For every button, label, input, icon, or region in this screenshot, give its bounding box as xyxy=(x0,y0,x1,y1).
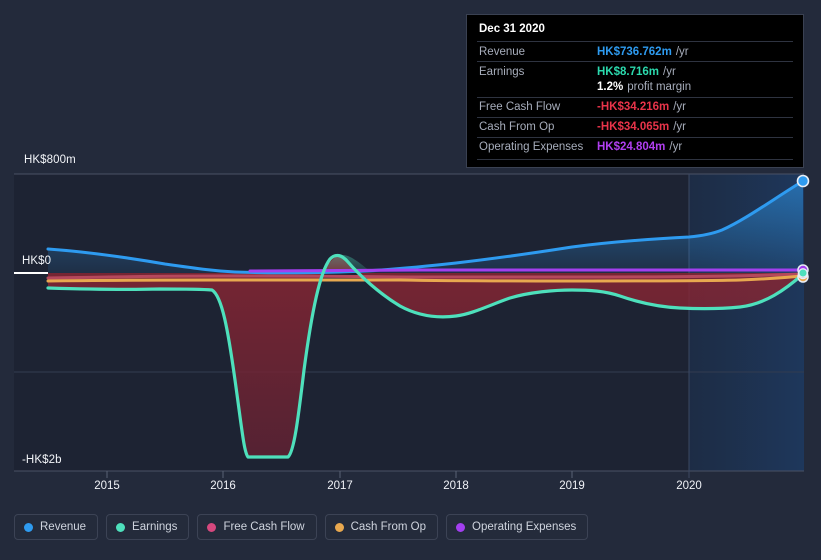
legend-label-cash-from-op: Cash From Op xyxy=(350,521,427,533)
x-axis-label-2019: 2019 xyxy=(559,480,585,492)
tooltip-row-cash-from-op: Cash From Op -HK$34.065m /yr xyxy=(477,116,793,137)
legend-label-earnings: Earnings xyxy=(132,521,178,533)
tooltip-label-revenue: Revenue xyxy=(479,45,526,58)
tooltip-label-earnings: Earnings xyxy=(479,65,525,78)
x-axis-label-2015: 2015 xyxy=(94,480,120,492)
tooltip-label-operating-expenses: Operating Expenses xyxy=(479,141,584,153)
x-axis-label-2020: 2020 xyxy=(676,480,702,492)
tooltip-row-revenue: Revenue HK$736.762m /yr xyxy=(477,41,793,61)
tooltip-unit-revenue: /yr xyxy=(675,45,689,58)
operating-expenses-line[interactable] xyxy=(248,268,804,273)
tooltip-row-free-cash-flow: Free Cash Flow -HK$34.216m /yr xyxy=(477,96,793,117)
legend-label-operating-expenses: Operating Expenses xyxy=(472,521,577,533)
legend-item-earnings[interactable]: Earnings xyxy=(106,514,190,540)
y-axis-label-bottom: -HK$2b xyxy=(22,454,62,466)
tooltip-row-profit-margin: 1.2% profit margin xyxy=(477,81,793,97)
tooltip-label-cash-from-op: Cash From Op xyxy=(479,121,555,133)
legend-item-free-cash-flow[interactable]: Free Cash Flow xyxy=(197,514,317,540)
tooltip-date: Dec 31 2020 xyxy=(479,23,545,35)
legend-dot-revenue-icon xyxy=(24,522,33,532)
tooltip-unit-operating-expenses: /yr xyxy=(669,141,683,153)
tooltip-unit-cash-from-op: /yr xyxy=(673,121,687,133)
tooltip-row-earnings: Earnings HK$8.716m /yr xyxy=(477,61,793,81)
legend-label-revenue: Revenue xyxy=(40,521,87,533)
x-axis-label-2017: 2017 xyxy=(327,480,353,492)
legend-label-free-cash-flow: Free Cash Flow xyxy=(223,521,305,533)
tooltip-value-revenue: HK$736.762m xyxy=(597,45,672,58)
tooltip-value-operating-expenses: HK$24.804m xyxy=(597,141,666,153)
legend-item-revenue[interactable]: Revenue xyxy=(14,514,99,540)
earnings-endpoint-marker[interactable] xyxy=(798,268,808,278)
tooltip-value-free-cash-flow: -HK$34.216m xyxy=(597,101,670,113)
revenue-endpoint-marker[interactable] xyxy=(796,174,810,188)
chart-legend: Revenue Earnings Free Cash Flow Cash Fro… xyxy=(14,514,589,540)
tooltip-value-profit-margin: 1.2% xyxy=(597,81,624,93)
y-axis-label-zero: HK$0 xyxy=(22,255,52,267)
tooltip-caption-profit-margin: profit margin xyxy=(627,81,692,93)
y-axis-label-top: HK$800m xyxy=(24,154,76,166)
x-axis-label-2016: 2016 xyxy=(210,480,236,492)
tooltip-divider xyxy=(477,158,793,161)
tooltip-value-earnings: HK$8.716m xyxy=(597,65,660,78)
legend-dot-free-cash-flow-icon xyxy=(207,522,217,532)
plot-background xyxy=(14,174,804,471)
tooltip-value-cash-from-op: -HK$34.065m xyxy=(597,121,670,133)
tooltip-unit-free-cash-flow: /yr xyxy=(673,101,687,113)
tooltip-label-free-cash-flow: Free Cash Flow xyxy=(479,101,561,113)
tooltip-row-operating-expenses: Operating Expenses HK$24.804m /yr xyxy=(477,136,793,157)
x-axis-label-2018: 2018 xyxy=(443,480,469,492)
legend-dot-operating-expenses-icon xyxy=(456,522,466,532)
financial-chart: HK$800m HK$0 -HK$2b 2015 2016 2017 2018 … xyxy=(0,0,821,560)
chart-tooltip: Dec 31 2020 Revenue HK$736.762m /yr Earn… xyxy=(466,14,804,168)
legend-dot-cash-from-op-icon xyxy=(334,522,344,532)
legend-item-cash-from-op[interactable]: Cash From Op xyxy=(324,514,439,540)
legend-item-operating-expenses[interactable]: Operating Expenses xyxy=(446,514,589,540)
legend-dot-earnings-icon xyxy=(116,522,126,532)
tooltip-unit-earnings: /yr xyxy=(663,65,676,78)
